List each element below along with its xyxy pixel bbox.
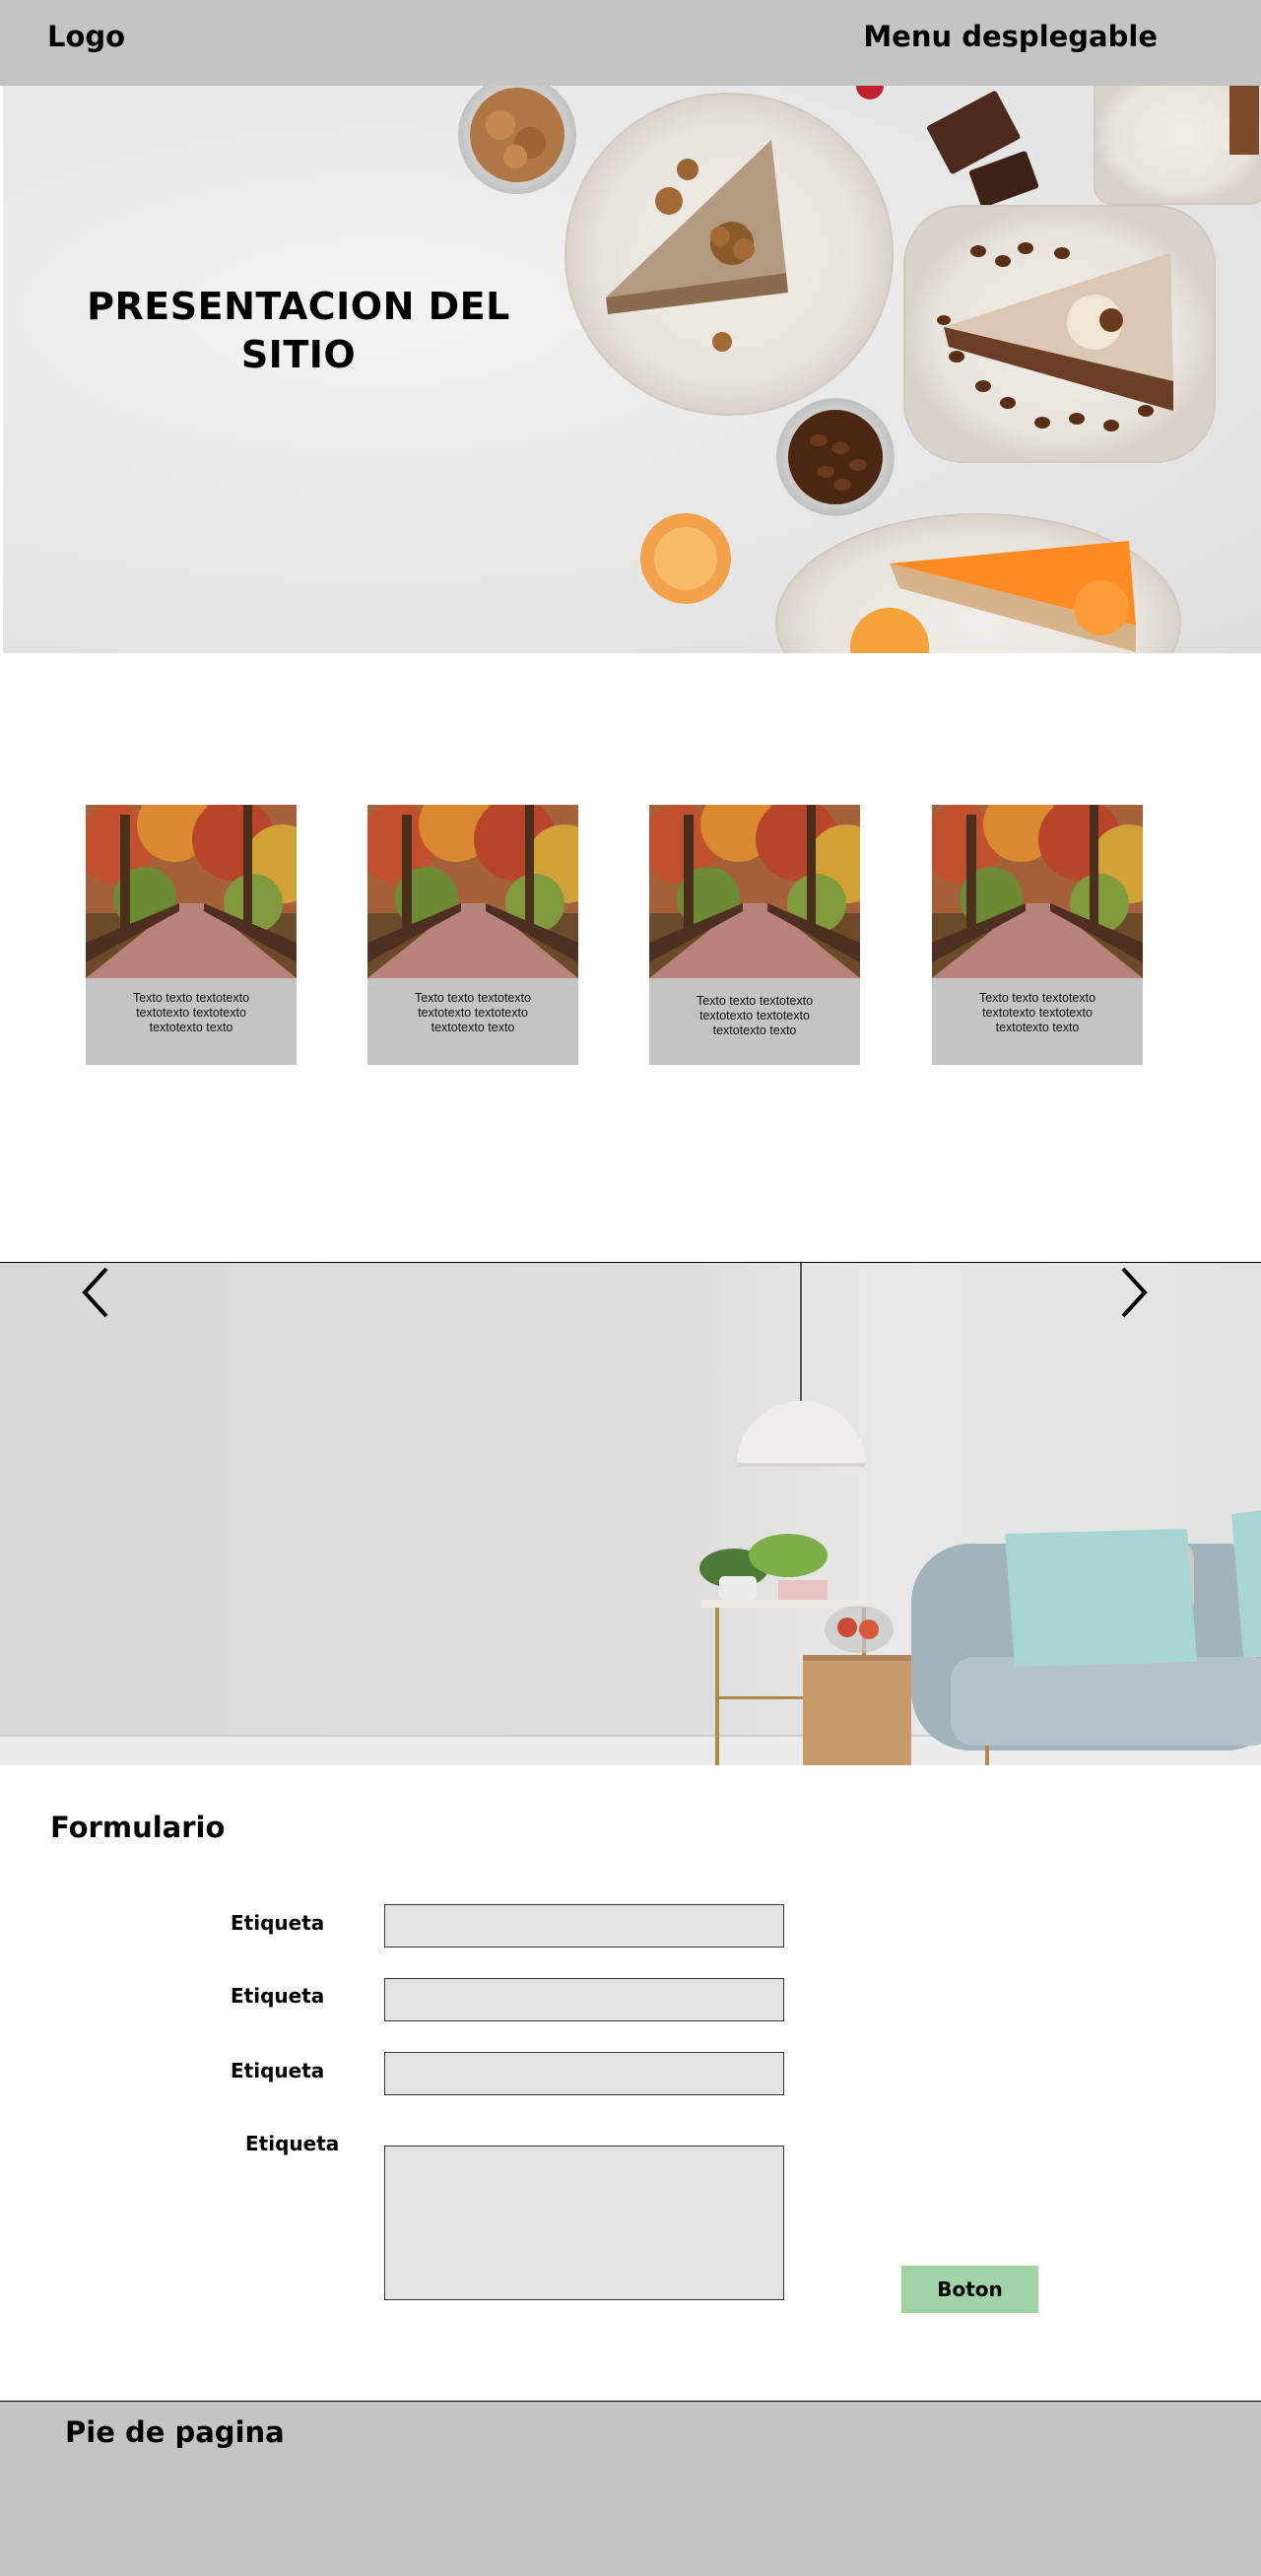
- card-text-line: Texto texto textotexto: [978, 991, 1096, 1005]
- field-label-1: Etiqueta: [231, 1911, 325, 1935]
- card-2-text: Texto texto textotexto textotexto textot…: [377, 991, 568, 1035]
- card-3-text: Texto texto textotexto textotexto textot…: [659, 994, 850, 1038]
- field-label-3: Etiqueta: [231, 2059, 325, 2082]
- dropdown-menu[interactable]: Menu desplegable: [863, 20, 1158, 53]
- card-text-line: textotexto texto: [431, 1021, 515, 1034]
- card-text-line: Texto texto textotexto: [414, 991, 532, 1005]
- card-1[interactable]: Texto texto textotexto textotexto textot…: [86, 805, 297, 1065]
- field-label-2: Etiqueta: [231, 1984, 325, 2008]
- site-footer: Pie de pagina: [0, 2402, 1261, 2576]
- card-1-text: Texto texto textotexto textotexto textot…: [96, 991, 287, 1035]
- card-1-forest-image: [86, 805, 297, 978]
- chevron-left-icon[interactable]: [77, 1263, 116, 1322]
- card-text-line: textotexto texto: [995, 1021, 1080, 1034]
- card-text-line: Texto texto textotexto: [132, 991, 250, 1005]
- text-field-1[interactable]: [384, 1904, 784, 1948]
- submit-button[interactable]: Boton: [901, 2266, 1038, 2313]
- card-4-text: Texto texto textotexto textotexto textot…: [942, 991, 1133, 1035]
- logo[interactable]: Logo: [47, 20, 125, 53]
- footer-title: Pie de pagina: [65, 2415, 285, 2449]
- image-slider[interactable]: [0, 1263, 1261, 1765]
- textarea-field[interactable]: [384, 2146, 784, 2300]
- card-text-line: textotexto textotexto: [699, 1009, 810, 1023]
- form-title: Formulario: [50, 1811, 226, 1844]
- card-2-forest-image: [367, 805, 578, 978]
- site-header: Logo Menu desplegable: [0, 0, 1261, 86]
- card-text-line: textotexto texto: [712, 1024, 797, 1037]
- hero-title-line-2: SITIO: [240, 333, 357, 376]
- hero-banner: PRESENTACION DEL SITIO: [3, 86, 1261, 653]
- text-field-2[interactable]: [384, 1978, 784, 2021]
- card-text-line: textotexto textotexto: [418, 1006, 528, 1020]
- card-3[interactable]: Texto texto textotexto textotexto textot…: [649, 805, 860, 1065]
- card-4-forest-image: [932, 805, 1143, 978]
- card-text-line: Texto texto textotexto: [696, 994, 814, 1008]
- card-text-line: textotexto textotexto: [136, 1006, 246, 1020]
- card-text-line: textotexto textotexto: [982, 1006, 1093, 1020]
- chevron-right-icon[interactable]: [1113, 1263, 1153, 1322]
- card-text-line: textotexto texto: [149, 1021, 233, 1034]
- slider-living-room-image: [0, 1263, 1261, 1765]
- card-2[interactable]: Texto texto textotexto textotexto textot…: [367, 805, 578, 1065]
- hero-title: PRESENTACION DEL SITIO: [52, 283, 545, 379]
- card-4[interactable]: Texto texto textotexto textotexto textot…: [932, 805, 1143, 1065]
- card-3-forest-image: [649, 805, 860, 978]
- hero-title-line-1: PRESENTACION DEL: [87, 285, 510, 328]
- text-field-3[interactable]: [384, 2052, 784, 2095]
- field-label-4: Etiqueta: [245, 2132, 340, 2155]
